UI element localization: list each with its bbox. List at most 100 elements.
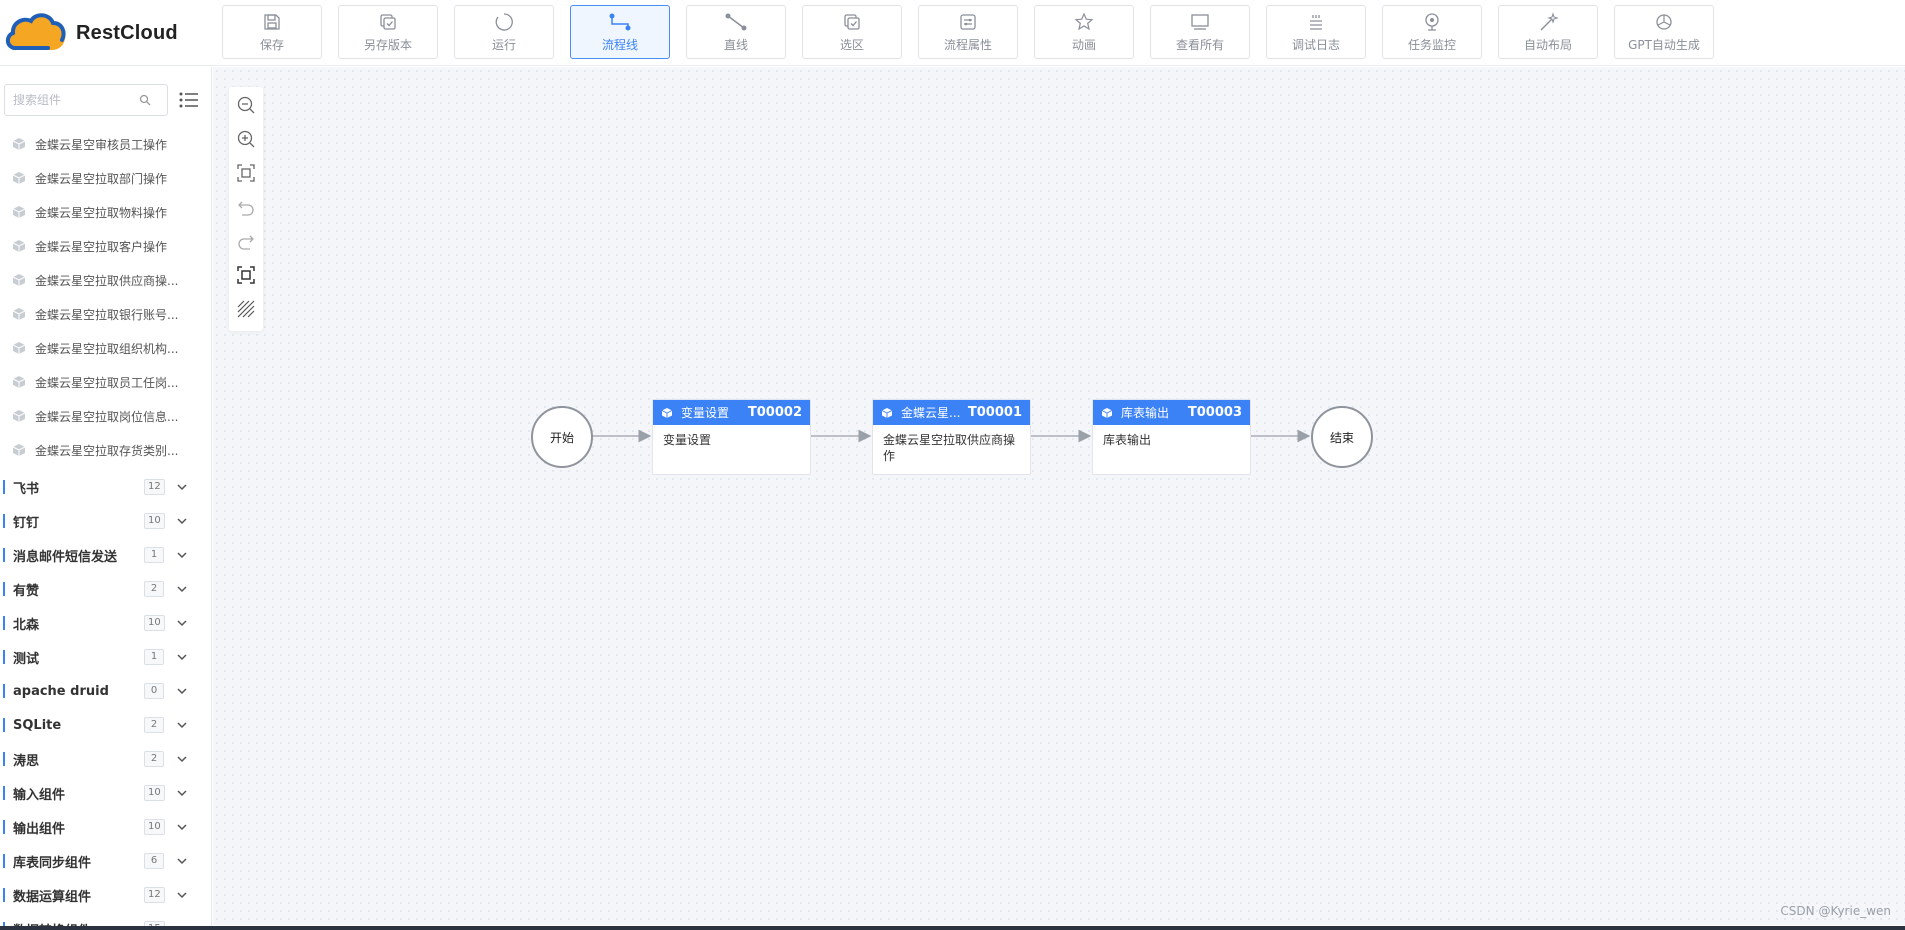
cube-icon [12, 410, 26, 422]
list-view-icon[interactable] [178, 89, 200, 111]
category-count-badge: 10 [144, 819, 165, 835]
search-input[interactable] [13, 93, 139, 107]
chevron-down-icon[interactable] [176, 651, 188, 663]
category-marker [3, 684, 5, 698]
component-item-label: 金蝶云星空拉取供应商操... [35, 273, 179, 288]
category-item[interactable]: 飞书 12 [0, 473, 211, 501]
toolbar: 保存 另存版本 运行 流程线 直线 选区 流程属性 动画 查看所有 调试日志 任… [222, 5, 1730, 59]
category-marker [3, 786, 5, 800]
logo: RestCloud [4, 10, 178, 56]
component-item[interactable]: 金蝶云星空拉取组织机构... [12, 338, 178, 358]
save-version-button[interactable]: 另存版本 [338, 5, 438, 59]
flowline-label: 流程线 [601, 38, 638, 52]
start-node[interactable]: 开始 [531, 406, 593, 468]
start-node-label: 开始 [549, 430, 574, 445]
component-item-label: 金蝶云星空拉取客户操作 [35, 239, 168, 254]
animation-button[interactable]: 动画 [1034, 5, 1134, 59]
component-item[interactable]: 金蝶云星空审核员工操作 [12, 134, 167, 154]
task-node-kingdee[interactable]: 金蝶云星... T00001 金蝶云星空拉取供应商操作 [872, 399, 1031, 475]
flow-canvas[interactable]: 开始 变量设置 T00002 变量设置 金蝶云星... T00001 金蝶云星空… [213, 67, 1905, 925]
category-count-badge: 10 [144, 785, 165, 801]
component-item[interactable]: 金蝶云星空拉取部门操作 [12, 168, 167, 188]
view-all-label: 查看所有 [1175, 38, 1224, 52]
component-item[interactable]: 金蝶云星空拉取银行账号... [12, 304, 178, 324]
cube-icon [12, 138, 26, 150]
save-button[interactable]: 保存 [222, 5, 322, 59]
category-count-badge: 1 [144, 649, 164, 665]
auto-layout-icon [1538, 11, 1558, 33]
category-name: 有赞 [13, 583, 40, 599]
chevron-down-icon[interactable] [176, 821, 188, 833]
watermark: CSDN @Kyrie_wen [1780, 904, 1891, 918]
category-item[interactable]: 输出组件 10 [0, 813, 211, 841]
task-node-id: T00001 [967, 405, 1022, 420]
chevron-down-icon[interactable] [176, 855, 188, 867]
chevron-down-icon[interactable] [176, 515, 188, 527]
gpt-generate-button[interactable]: GPT自动生成 [1614, 5, 1714, 59]
chevron-down-icon[interactable] [176, 549, 188, 561]
search-row [4, 84, 200, 116]
straight-line-button[interactable]: 直线 [686, 5, 786, 59]
cube-icon [12, 444, 26, 456]
end-node[interactable]: 结束 [1311, 406, 1373, 468]
flowline-button[interactable]: 流程线 [570, 5, 670, 59]
component-item[interactable]: 金蝶云星空拉取岗位信息... [12, 406, 178, 426]
task-node-body: 变量设置 [663, 433, 712, 447]
chevron-down-icon[interactable] [176, 889, 188, 901]
chevron-down-icon[interactable] [176, 719, 188, 731]
chevron-down-icon[interactable] [176, 583, 188, 595]
debug-log-button[interactable]: 调试日志 [1266, 5, 1366, 59]
cube-icon [12, 240, 26, 252]
category-name: 输入组件 [13, 787, 66, 803]
category-item[interactable]: SQLite 2 [0, 711, 211, 739]
category-item[interactable]: 测试 1 [0, 643, 211, 671]
view-all-icon [1190, 11, 1210, 33]
task-node-header: 金蝶云星... T00001 [873, 400, 1030, 425]
component-item[interactable]: 金蝶云星空拉取存货类别... [12, 440, 178, 460]
category-item[interactable]: 有赞 2 [0, 575, 211, 603]
chevron-down-icon[interactable] [176, 481, 188, 493]
search-icon[interactable] [139, 91, 151, 110]
chevron-down-icon[interactable] [176, 685, 188, 697]
flow-edges [591, 429, 1311, 443]
animation-icon [1074, 11, 1094, 33]
task-node-variable-settings[interactable]: 变量设置 T00002 变量设置 [652, 399, 811, 475]
select-area-icon [843, 11, 861, 33]
category-item[interactable]: 涛思 2 [0, 745, 211, 773]
task-node-title: 库表输出 [1121, 406, 1170, 420]
gpt-generate-label: GPT自动生成 [1628, 38, 1700, 52]
chevron-down-icon[interactable] [176, 753, 188, 765]
task-monitor-button[interactable]: 任务监控 [1382, 5, 1482, 59]
task-node-table-output[interactable]: 库表输出 T00003 库表输出 [1092, 399, 1251, 475]
category-item[interactable]: 数据运算组件 12 [0, 881, 211, 909]
category-item[interactable]: 北森 10 [0, 609, 211, 637]
category-item[interactable]: 消息邮件短信发送 1 [0, 541, 211, 569]
task-monitor-icon [1423, 11, 1441, 33]
component-item[interactable]: 金蝶云星空拉取客户操作 [12, 236, 167, 256]
component-item[interactable]: 金蝶云星空拉取供应商操... [12, 270, 178, 290]
component-item-label: 金蝶云星空拉取物料操作 [35, 205, 168, 220]
category-item[interactable]: 库表同步组件 6 [0, 847, 211, 875]
search-box [4, 84, 168, 116]
flow-properties-button[interactable]: 流程属性 [918, 5, 1018, 59]
category-item[interactable]: 输入组件 10 [0, 779, 211, 807]
chevron-down-icon[interactable] [176, 617, 188, 629]
chevron-down-icon[interactable] [176, 787, 188, 799]
end-node-label: 结束 [1329, 430, 1354, 445]
debug-log-icon [1307, 11, 1325, 33]
task-node-header: 库表输出 T00003 [1093, 400, 1250, 425]
run-icon [494, 11, 514, 33]
component-item[interactable]: 金蝶云星空拉取物料操作 [12, 202, 167, 222]
select-area-label: 选区 [839, 38, 864, 52]
task-node-header: 变量设置 T00002 [653, 400, 810, 425]
category-item[interactable]: 钉钉 10 [0, 507, 211, 535]
auto-layout-button[interactable]: 自动布局 [1498, 5, 1598, 59]
view-all-button[interactable]: 查看所有 [1150, 5, 1250, 59]
run-button[interactable]: 运行 [454, 5, 554, 59]
component-item[interactable]: 金蝶云星空拉取员工任岗... [12, 372, 178, 392]
category-item[interactable]: apache druid 0 [0, 677, 211, 705]
select-area-button[interactable]: 选区 [802, 5, 902, 59]
cube-icon [661, 407, 673, 418]
category-marker [3, 854, 5, 868]
category-name: 数据运算组件 [13, 889, 92, 905]
